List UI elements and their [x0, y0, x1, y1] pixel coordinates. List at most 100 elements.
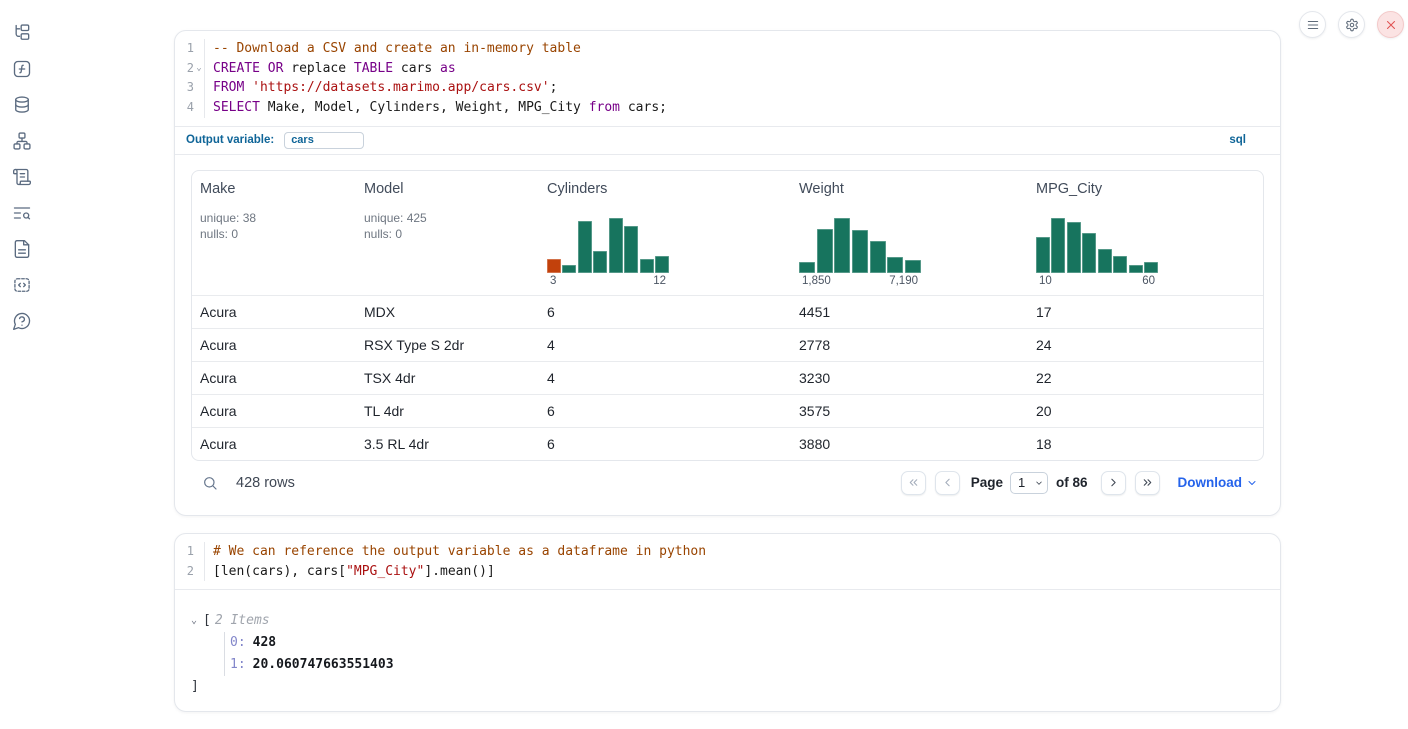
code-text[interactable]: [len(cars), cars["MPG_City"].mean()]: [205, 562, 495, 582]
column-name[interactable]: MPG_City: [1036, 181, 1255, 197]
search-icon: [202, 475, 218, 491]
python-output-tree: ⌄ [ 2 Items 0:4281:20.060747663551403 ]: [175, 590, 1280, 698]
histogram-bar: [1129, 265, 1143, 273]
text-search-icon[interactable]: [12, 202, 33, 223]
table-row[interactable]: Acura3.5 RL 4dr6388018: [192, 427, 1263, 460]
snippets-icon[interactable]: [12, 274, 33, 295]
code-text[interactable]: -- Download a CSV and create an in-memor…: [205, 39, 581, 59]
dependency-graph-icon[interactable]: [12, 130, 33, 151]
next-page-button[interactable]: [1101, 471, 1126, 495]
gear-icon: [1345, 18, 1359, 32]
sql-output-area: Make unique: 38nulls: 0 Model unique: 42…: [175, 155, 1280, 505]
download-button[interactable]: Download: [1178, 475, 1259, 490]
table-cell: TSX 4dr: [356, 370, 539, 386]
table-cell: 4: [539, 337, 791, 353]
language-badge: sql: [1229, 134, 1269, 146]
menu-icon: [1306, 18, 1320, 32]
code-text[interactable]: SELECT Make, Model, Cylinders, Weight, M…: [205, 98, 667, 118]
table-cell: 6: [539, 304, 791, 320]
page-select[interactable]: 1: [1010, 472, 1048, 494]
top-controls: [1299, 11, 1404, 38]
fold-chevron-icon[interactable]: ⌄: [194, 59, 205, 79]
table-cell: 17: [1028, 304, 1263, 320]
table-cell: Acura: [192, 403, 356, 419]
scroll-logs-icon[interactable]: [12, 166, 33, 187]
code-text[interactable]: # We can reference the output variable a…: [205, 542, 706, 562]
column-name[interactable]: Model: [364, 181, 531, 197]
histogram-bar: [593, 251, 607, 273]
code-line: 1 # We can reference the output variable …: [175, 542, 1280, 562]
column-stats: unique: 38nulls: 0: [200, 210, 348, 243]
axis-max-label: 12: [653, 275, 666, 287]
function-square-icon[interactable]: [12, 58, 33, 79]
search-button[interactable]: [199, 472, 221, 494]
column-name[interactable]: Weight: [799, 181, 1020, 197]
table-row[interactable]: AcuraTSX 4dr4323022: [192, 361, 1263, 394]
table-cell: 4: [539, 370, 791, 386]
code-line: 4 SELECT Make, Model, Cylinders, Weight, …: [175, 98, 1280, 118]
database-icon[interactable]: [12, 94, 33, 115]
axis-max-label: 7,190: [889, 275, 918, 287]
menu-button[interactable]: [1299, 11, 1326, 38]
table-row[interactable]: AcuraMDX6445117: [192, 295, 1263, 328]
fold-gutter: [194, 542, 205, 562]
python-code-editor[interactable]: 1 # We can reference the output variable …: [175, 534, 1280, 590]
last-page-button[interactable]: [1135, 471, 1160, 495]
sql-code-editor[interactable]: 1 -- Download a CSV and create an in-memo…: [175, 31, 1280, 127]
tree-entry: 1:20.060747663551403: [230, 654, 1264, 676]
sql-cell: 1 -- Download a CSV and create an in-memo…: [174, 30, 1281, 516]
histogram-bar: [1098, 249, 1112, 273]
axis-min-label: 1,850: [802, 275, 831, 287]
column-name[interactable]: Make: [200, 181, 348, 197]
table-row[interactable]: AcuraTL 4dr6357520: [192, 394, 1263, 427]
table-cell: 6: [539, 403, 791, 419]
entry-index: 0:: [230, 635, 246, 650]
page-label: Page: [971, 475, 1003, 490]
axis-min-label: 10: [1039, 275, 1052, 287]
entry-index: 1:: [230, 657, 246, 672]
histogram-bar: [562, 265, 576, 273]
tree-entry: 0:428: [230, 632, 1264, 654]
line-number: 3: [175, 78, 194, 98]
first-page-button[interactable]: [901, 471, 926, 495]
help-bubble-icon[interactable]: [12, 310, 33, 331]
table-cell: 3.5 RL 4dr: [356, 436, 539, 452]
axis-min-label: 3: [550, 275, 556, 287]
code-line: 3 FROM 'https://datasets.marimo.app/cars.…: [175, 78, 1280, 98]
table-cell: 22: [1028, 370, 1263, 386]
document-icon[interactable]: [12, 238, 33, 259]
table-body: AcuraMDX6445117AcuraRSX Type S 2dr427782…: [192, 295, 1263, 460]
table-cell: MDX: [356, 304, 539, 320]
close-button[interactable]: [1377, 11, 1404, 38]
page-total: of 86: [1056, 475, 1088, 490]
column-name[interactable]: Cylinders: [547, 181, 783, 197]
line-number: 1: [175, 39, 194, 59]
line-number: 1: [175, 542, 194, 562]
column-header-cylinders: Cylinders 3 12: [539, 171, 791, 295]
table-cell: 24: [1028, 337, 1263, 353]
column-header-make: Make unique: 38nulls: 0: [192, 171, 356, 295]
sidebar: [0, 0, 44, 729]
table-footer: 428 rows Page 1 of 86 Download: [191, 461, 1264, 505]
code-text[interactable]: CREATE OR replace TABLE cars as: [205, 59, 456, 79]
table-cell: 4451: [791, 304, 1028, 320]
output-variable-input[interactable]: [284, 132, 364, 149]
tree-entries: 0:4281:20.060747663551403: [224, 632, 1264, 676]
collapse-chevron-icon[interactable]: ⌄: [191, 610, 203, 632]
histogram-bar: [1082, 233, 1096, 273]
histogram-bar: [655, 256, 669, 273]
fold-gutter: [194, 562, 205, 582]
table-row[interactable]: AcuraRSX Type S 2dr4277824: [192, 328, 1263, 361]
code-line: 1 -- Download a CSV and create an in-memo…: [175, 39, 1280, 59]
table-cell: RSX Type S 2dr: [356, 337, 539, 353]
data-table: Make unique: 38nulls: 0 Model unique: 42…: [191, 170, 1264, 461]
previous-page-button[interactable]: [935, 471, 960, 495]
fold-gutter: [194, 39, 205, 59]
histogram-bar: [1144, 262, 1158, 273]
line-number: 4: [175, 98, 194, 118]
file-tree-icon[interactable]: [12, 22, 33, 43]
histogram-bar: [547, 259, 561, 273]
fold-gutter: [194, 98, 205, 118]
settings-button[interactable]: [1338, 11, 1365, 38]
code-text[interactable]: FROM 'https://datasets.marimo.app/cars.c…: [205, 78, 557, 98]
